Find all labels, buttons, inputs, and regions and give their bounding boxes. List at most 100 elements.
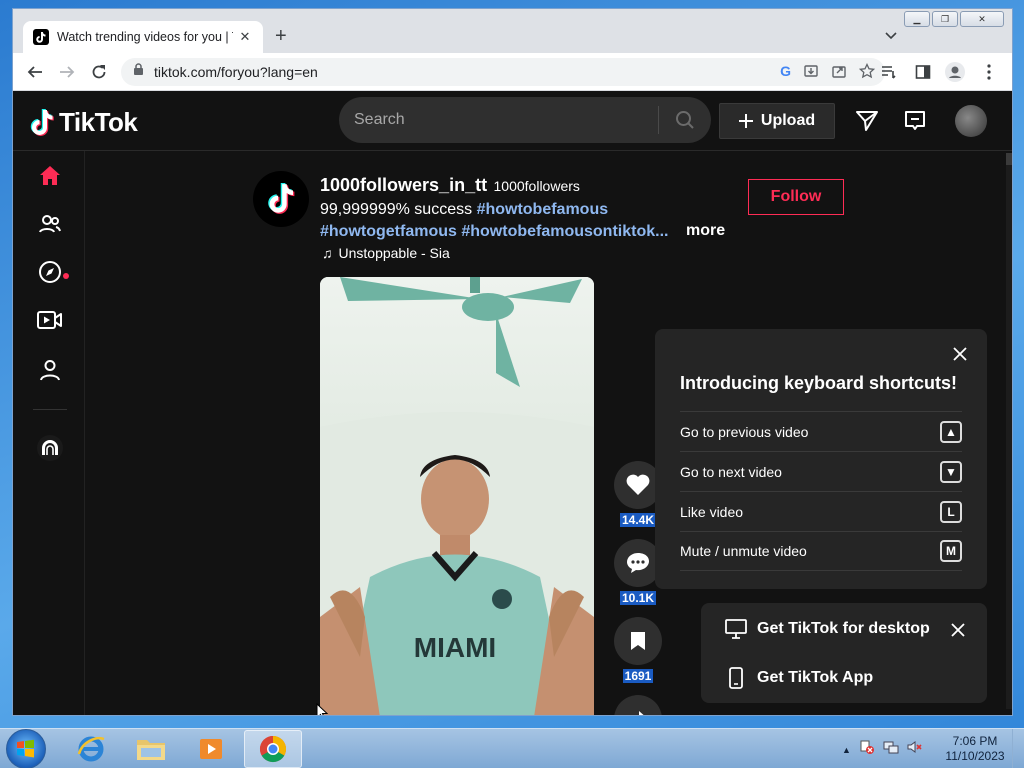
tiktok-header: TikTok Upload (13, 91, 1012, 151)
bookmark-icon (631, 632, 645, 650)
video-player[interactable]: MIAMI (320, 277, 594, 715)
google-translate-icon[interactable]: G (780, 63, 791, 84)
close-window-icon[interactable]: ✕ (960, 11, 1004, 27)
tiktok-logo-text: TikTok (59, 107, 138, 137)
address-bar[interactable]: tiktok.com/foryou?lang=en G (121, 58, 885, 86)
user-avatar[interactable] (955, 105, 987, 137)
internet-explorer-icon (77, 736, 105, 762)
music-link[interactable]: ♫ Unstoppable - Sia (322, 245, 450, 261)
shortcut-row: Go to next video ▼ (680, 451, 962, 491)
windows-logo-icon (17, 739, 34, 758)
tiktok-logo-icon (30, 108, 54, 136)
get-app-link[interactable]: Get TikTok App (725, 667, 873, 689)
keyboard-shortcuts-popup: Introducing keyboard shortcuts! Go to pr… (655, 329, 987, 589)
profile-icon[interactable] (945, 62, 965, 82)
more-button[interactable]: more (686, 222, 725, 240)
live-icon[interactable] (37, 307, 63, 333)
hashtag-link[interactable]: #howtogetfamous (320, 223, 457, 240)
save-button[interactable] (614, 617, 662, 665)
share-button[interactable] (614, 695, 662, 715)
show-desktop-button[interactable] (1012, 729, 1024, 768)
follow-button[interactable]: Follow (748, 179, 844, 215)
reading-list-icon[interactable] (879, 62, 899, 82)
show-hidden-icons-icon[interactable]: ▲ (842, 745, 851, 755)
save-count: 1691 (609, 669, 667, 683)
menu-kebab-icon[interactable] (979, 62, 999, 82)
new-tab-icon[interactable]: + (275, 26, 287, 46)
video-frame: MIAMI (320, 277, 594, 715)
hashtag-link[interactable]: #howtobefamous (477, 201, 609, 218)
bookmark-star-icon[interactable] (858, 62, 876, 84)
maximize-icon[interactable]: ❐ (932, 11, 958, 27)
taskbar-clock[interactable]: 7:06 PM 11/10/2023 (940, 734, 1010, 764)
home-icon[interactable] (37, 163, 63, 189)
share-arrow-icon (639, 711, 644, 715)
get-desktop-label: Get TikTok for desktop (757, 620, 930, 637)
tab-search-icon[interactable] (885, 27, 897, 45)
shortcut-label: Mute / unmute video (680, 543, 807, 559)
creator-info: 1000followers_in_tt 1000followers (320, 175, 580, 196)
post-caption: 99,999999% success #howtobefamous #howto… (320, 199, 740, 243)
tiktok-logo-avatar-icon (268, 183, 295, 214)
tab-close-icon[interactable]: ✕ (237, 29, 253, 45)
reload-icon[interactable] (89, 62, 109, 82)
tab-title: Watch trending videos for you | T (57, 30, 233, 44)
explore-icon[interactable] (37, 259, 63, 285)
get-desktop-link[interactable]: Get TikTok for desktop (725, 619, 930, 639)
following-icon[interactable] (37, 211, 63, 237)
install-app-icon[interactable] (803, 63, 819, 84)
forward-icon[interactable] (57, 62, 77, 82)
media-player-taskbar[interactable] (182, 730, 240, 768)
page-scrollbar[interactable] (1006, 153, 1012, 709)
volume-muted-icon[interactable] (907, 739, 923, 760)
search-input[interactable] (339, 111, 639, 129)
start-button[interactable] (6, 729, 46, 768)
chrome-icon (259, 735, 287, 763)
action-center-icon[interactable] (859, 739, 875, 760)
close-icon[interactable] (951, 345, 969, 363)
tiktok-logo[interactable]: TikTok (29, 107, 138, 138)
get-app-label: Get TikTok App (757, 669, 874, 686)
jersey-text: MIAMI (414, 632, 496, 663)
notification-dot (63, 273, 69, 279)
hashtag-link[interactable]: #howtobefamousontiktok... (461, 223, 668, 240)
m-key-icon: M (940, 540, 962, 562)
browser-toolbar: tiktok.com/foryou?lang=en G (13, 53, 1012, 91)
tiktok-favicon-icon (33, 29, 49, 45)
file-explorer-taskbar[interactable] (122, 730, 180, 768)
mouse-cursor-icon (316, 703, 328, 715)
phone-icon (729, 667, 743, 689)
caption-text: 99,999999% success (320, 201, 473, 218)
creator-nickname: 1000followers (493, 178, 580, 194)
chrome-taskbar[interactable] (244, 730, 302, 768)
network-icon[interactable] (883, 739, 899, 760)
close-icon[interactable] (949, 621, 967, 639)
folder-icon (137, 740, 165, 760)
lock-icon[interactable] (133, 63, 144, 81)
internet-explorer-taskbar[interactable] (62, 730, 120, 768)
tiktok-page: TikTok Upload (13, 91, 1012, 715)
comment-count: 10.1K (609, 591, 667, 605)
tab-strip: Watch trending videos for you | T ✕ + ▁ … (13, 9, 1012, 53)
creator-avatar[interactable] (253, 171, 309, 227)
minimize-icon[interactable]: ▁ (904, 11, 930, 27)
search-icon[interactable] (659, 97, 711, 143)
music-title: Unstoppable - Sia (338, 245, 450, 261)
heart-icon (626, 474, 650, 495)
browser-tab[interactable]: Watch trending videos for you | T ✕ (23, 21, 263, 53)
system-tray: ▲ (842, 739, 923, 760)
side-panel-icon[interactable] (913, 62, 933, 82)
back-icon[interactable] (25, 62, 45, 82)
upload-button[interactable]: Upload (719, 103, 835, 139)
messages-send-icon[interactable] (853, 107, 881, 135)
url-text: tiktok.com/foryou?lang=en (154, 64, 318, 80)
omnibox-actions: G (780, 62, 876, 84)
music-note-icon: ♫ (322, 245, 333, 261)
inbox-icon[interactable] (901, 107, 929, 135)
share-icon[interactable] (831, 63, 847, 84)
comment-icon (627, 553, 649, 573)
creator-username[interactable]: 1000followers_in_tt (320, 175, 487, 195)
upload-label: Upload (760, 112, 816, 129)
friends-icon[interactable] (37, 435, 63, 461)
profile-nav-icon[interactable] (37, 357, 63, 383)
